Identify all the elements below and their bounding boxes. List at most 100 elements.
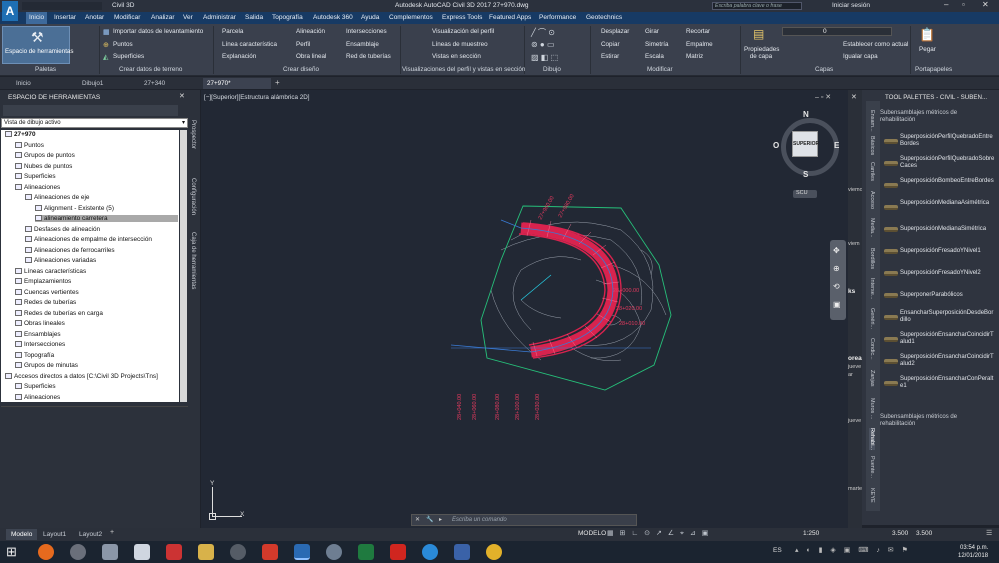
tree-node[interactable]: Puntos (15, 142, 44, 149)
doc-tab-27-970[interactable]: 27+970* (203, 78, 271, 89)
set-current-layer-button[interactable]: Establecer como actual (843, 41, 908, 48)
draw-hatch-icon[interactable]: ▨ ◧ ⬚ (531, 53, 558, 62)
tree-node[interactable]: Alineaciones de ferrocarriles (25, 247, 115, 254)
mirror-button[interactable]: Simetría (645, 41, 668, 48)
palette-tab[interactable]: Carriles (869, 162, 875, 181)
tree-node[interactable]: Alineaciones variadas (25, 257, 96, 264)
viewcube-south[interactable]: S (803, 170, 808, 179)
toolspace-close-icon[interactable]: ✕ (179, 92, 185, 100)
alignment-button[interactable]: Alineación (296, 28, 325, 35)
folder-icon[interactable] (198, 544, 214, 560)
panel-close-icon[interactable]: ✕ (851, 93, 857, 101)
panel-title-paletas[interactable]: Paletas (35, 66, 56, 73)
palette-tab[interactable]: Acceso (869, 191, 875, 209)
tree-node[interactable]: Alineaciones (15, 394, 60, 401)
tab-complementos[interactable]: Complementos (389, 14, 433, 21)
annotation-scale[interactable]: 1:250 (803, 530, 819, 537)
surfaces-button[interactable]: Superficies (113, 53, 144, 60)
tab-insertar[interactable]: Insertar (54, 14, 76, 21)
viewcube-west[interactable]: O (773, 141, 779, 150)
copy-button[interactable]: Copiar (601, 41, 620, 48)
app-icon[interactable] (102, 544, 118, 560)
palette-item[interactable]: SuperposiciónMedianaSimétrica (900, 226, 995, 233)
autocad-icon[interactable] (390, 544, 406, 560)
palette-item[interactable]: SuperposiciónMedianaAsimétrica (900, 200, 995, 207)
palette-tab[interactable]: Genéri... (869, 308, 875, 329)
chrome-icon[interactable] (486, 544, 502, 560)
palette-title[interactable]: TOOL PALETTES - CIVIL - SUBEN... (885, 94, 987, 101)
signin-link[interactable]: Iniciar sesión (832, 2, 870, 9)
panel-title-create-design[interactable]: Crear diseño (283, 66, 319, 73)
parcel-button[interactable]: Parcela (222, 28, 243, 35)
doc-tab-inicio[interactable]: Inicio (12, 78, 35, 89)
customize-icon[interactable]: ☰ (986, 529, 992, 537)
quick-access-toolbar[interactable] (22, 2, 102, 10)
rotate-button[interactable]: Girar (645, 28, 659, 35)
tab-ayuda[interactable]: Ayuda (361, 14, 379, 21)
tree-node-selected[interactable]: alineamiento carretera (35, 215, 178, 222)
move-button[interactable]: Desplazar (601, 28, 629, 35)
tree-node[interactable]: Nubes de puntos (15, 163, 72, 170)
app-icon[interactable] (454, 544, 470, 560)
tree-node[interactable]: Topografía (15, 352, 54, 359)
start-icon[interactable]: ⊞ (6, 544, 17, 560)
side-tab-settings[interactable]: Configuración (190, 178, 196, 215)
tab-featured-apps[interactable]: Featured Apps (489, 14, 531, 21)
side-tab-prospector[interactable]: Prospector (190, 120, 196, 149)
app-logo-icon[interactable]: A (2, 1, 18, 21)
maximize-icon[interactable]: ▫ (962, 0, 965, 9)
model-space-button[interactable]: MODELO (578, 530, 606, 537)
panel-title-profile-section-views[interactable]: Visualizaciones del perfil y vistas en s… (402, 66, 525, 73)
command-line[interactable]: ✕ 🔧 ▸ Escriba un comando (411, 514, 637, 526)
scale-button[interactable]: Escala (645, 53, 664, 60)
tray-icons[interactable]: ▴ ◐ ▮ ◈ ▣ ⌨ ♪ ✉ ⚑ (795, 546, 911, 554)
palette-item[interactable]: SuperposiciónPerfilQuebradoEntreBordes (900, 134, 995, 148)
clock-time[interactable]: 03:54 p.m. (960, 545, 988, 551)
prospector-tree[interactable]: 27+970 Puntos Grupos de puntos Nubes de … (1, 130, 179, 402)
app-icon[interactable] (326, 544, 342, 560)
palette-item[interactable]: SuperposiciónEnsancharCoincidirTalud2 (900, 354, 995, 368)
palette-tab[interactable]: Condic... (869, 338, 875, 360)
palette-tab-active[interactable]: Rehabi... (869, 428, 875, 451)
palette-tab[interactable]: Básicos (869, 136, 875, 155)
grading-button[interactable]: Explanación (222, 53, 256, 60)
tab-salida[interactable]: Salida (245, 14, 263, 21)
tree-node[interactable]: Superficies (15, 173, 56, 180)
tree-node[interactable]: Grupos de puntos (15, 152, 75, 159)
layer-dropdown[interactable]: 0 (782, 27, 892, 36)
tab-performance[interactable]: Performance (539, 14, 576, 21)
search-input[interactable]: Escriba palabra clave o frase (712, 2, 802, 10)
tree-node[interactable]: Obras lineales (15, 320, 65, 327)
palette-tab[interactable]: Ensam... (869, 110, 875, 132)
import-survey-data-button[interactable]: Importar datos de levantamiento (113, 28, 203, 35)
layout-tab-layout2[interactable]: Layout2 (79, 529, 102, 540)
array-button[interactable]: Matriz (686, 53, 703, 60)
palette-item[interactable]: SuperponerParabólicos (900, 292, 995, 299)
stretch-button[interactable]: Estirar (601, 53, 619, 60)
fillet-button[interactable]: Empalme (686, 41, 713, 48)
tree-node[interactable]: Intersecciones (15, 341, 65, 348)
tab-topografia[interactable]: Topografía (272, 14, 303, 21)
tab-inicio[interactable]: Inicio (26, 12, 48, 24)
tree-node[interactable]: Alineaciones (15, 184, 60, 191)
view-select-dropdown[interactable]: Vista de dibujo activo ▾ (1, 118, 188, 128)
palette-item[interactable]: SuperposiciónPerfilQuebradoSobreCaces (900, 156, 995, 170)
palette-tab[interactable]: Puente... (869, 456, 875, 478)
paste-button[interactable]: Pegar (919, 46, 936, 53)
feature-line-button[interactable]: Línea característica (222, 41, 277, 48)
section-views-button[interactable]: Vistas en sección (432, 53, 481, 60)
panel-title-modify[interactable]: Modificar (647, 66, 673, 73)
app-name-label[interactable]: Civil 3D (112, 2, 134, 9)
match-layer-button[interactable]: Igualar capa (843, 53, 878, 60)
pinned-app-icon[interactable] (166, 544, 182, 560)
layout-tab-model[interactable]: Modelo (6, 529, 38, 540)
draw-circle-icon[interactable]: ⊚ ● ▭ (531, 40, 555, 49)
palette-item[interactable]: SuperposiciónFresadoYNivel2 (900, 270, 995, 277)
palette-tab[interactable]: KEYE (869, 488, 875, 503)
panel-title-create-ground-data[interactable]: Crear datos de terreno (119, 66, 182, 73)
tree-node[interactable]: Líneas características (15, 268, 86, 275)
tree-node[interactable]: Cuencas vertientes (15, 289, 79, 296)
navigation-bar[interactable]: ✥ ⊕ ⟲ ▣ (830, 240, 846, 320)
civil3d-icon[interactable] (294, 544, 310, 560)
tree-node[interactable]: Alineaciones de empalme de intersección (25, 236, 152, 243)
